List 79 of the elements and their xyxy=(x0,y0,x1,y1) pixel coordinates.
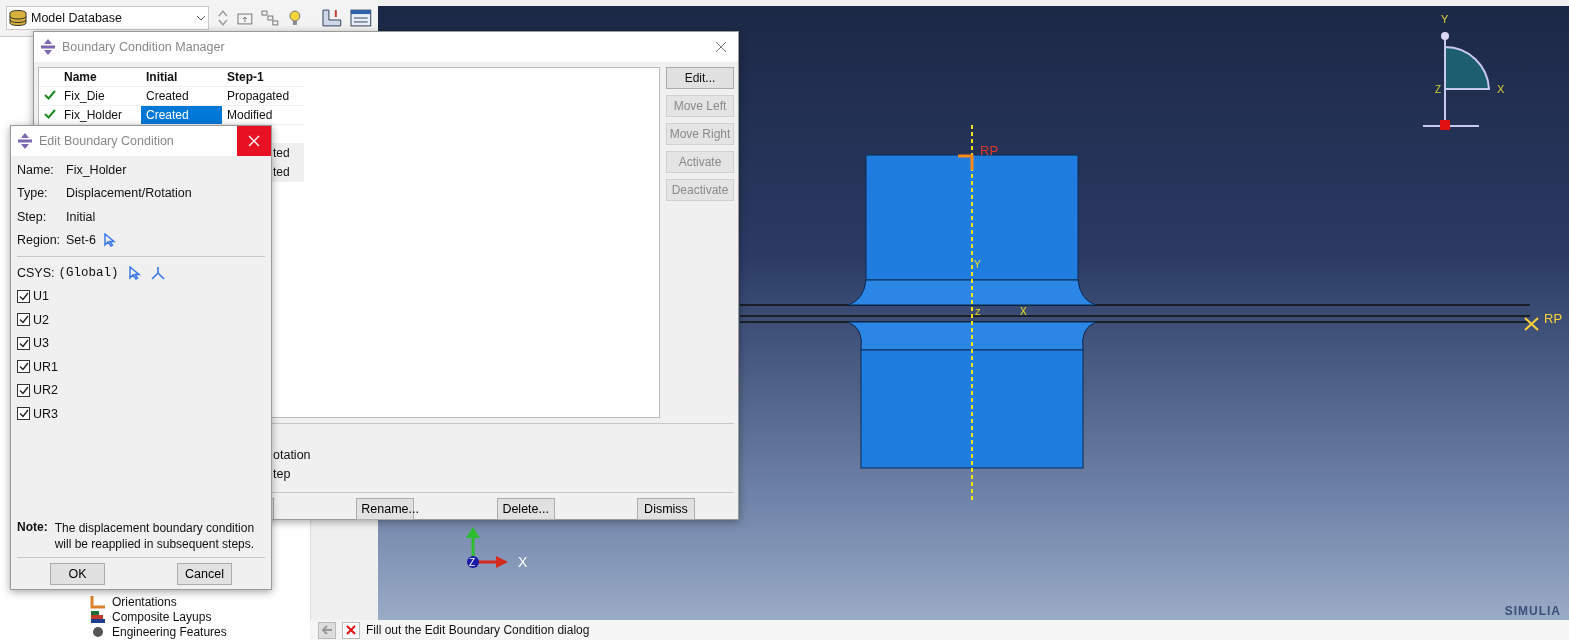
dialog-icon xyxy=(17,133,33,149)
axis-label: Y xyxy=(1441,13,1449,25)
reference-point-label: RP xyxy=(980,143,999,158)
tree-item[interactable]: Orientations xyxy=(90,595,310,609)
lightbulb-icon[interactable] xyxy=(286,9,303,27)
back-arrow-icon xyxy=(321,625,333,635)
cancel-button[interactable] xyxy=(342,621,360,639)
field-label: Type: xyxy=(17,186,49,201)
folder-up-icon[interactable] xyxy=(237,11,254,25)
field-value: (Global) xyxy=(58,265,119,280)
column-header: Name xyxy=(59,68,141,87)
checkbox[interactable] xyxy=(17,407,30,421)
brand-logo: SIMULIA xyxy=(1504,604,1561,618)
layers-icon xyxy=(90,610,106,624)
checkbox[interactable] xyxy=(17,360,30,374)
field-value: Initial xyxy=(66,209,96,224)
dialog-button[interactable]: OK xyxy=(50,563,105,585)
dialog-icon xyxy=(40,39,56,55)
window-title: Edit Boundary Condition xyxy=(39,134,175,148)
axis-label: X xyxy=(1497,83,1505,95)
close-icon xyxy=(248,135,260,147)
axis-label: Z xyxy=(469,557,476,568)
csys-axes-icon[interactable] xyxy=(150,265,165,280)
axis-label: X xyxy=(1020,306,1027,317)
note-text: The displacement boundary condition will be reapplied in subsequent steps. xyxy=(54,520,256,552)
column-header: Initial xyxy=(141,68,222,87)
axes-icon xyxy=(90,595,106,609)
close-icon xyxy=(346,625,356,635)
field-value: Set-6 xyxy=(66,233,96,248)
checkbox-label: UR3 xyxy=(33,406,58,421)
model-database-label: Model Database xyxy=(31,11,124,25)
checkbox[interactable] xyxy=(17,289,30,303)
field-label: Name: xyxy=(17,162,55,177)
info-text: otation xyxy=(273,448,312,462)
dialog-button[interactable]: Delete... xyxy=(496,498,555,520)
checkbox-label: UR2 xyxy=(33,383,58,398)
close-button[interactable] xyxy=(237,126,271,156)
checkbox-label: U1 xyxy=(33,289,49,304)
field-value: Fix_Holder xyxy=(66,162,127,177)
axis-label: X xyxy=(518,554,528,570)
model-database-dropdown[interactable]: Model Database xyxy=(6,6,210,30)
select-pointer-icon[interactable] xyxy=(103,233,116,248)
table-cell: Created xyxy=(141,106,222,125)
checkbox-label: UR1 xyxy=(33,359,58,374)
column-header: Step-1 xyxy=(222,68,304,87)
boundary-condition-icon[interactable] xyxy=(320,8,343,28)
reference-point-label: RP xyxy=(1544,311,1563,326)
checkbox[interactable] xyxy=(17,313,30,327)
info-text: tep xyxy=(273,467,292,481)
field-label: Region: xyxy=(17,233,62,248)
close-icon xyxy=(715,41,727,53)
dialog-button[interactable]: Dismiss xyxy=(637,498,695,520)
prompt-text: Fill out the Edit Boundary Condition dialog xyxy=(366,623,590,637)
tree-nodes-icon[interactable] xyxy=(261,10,279,26)
coordinate-triad-drawing xyxy=(466,527,508,568)
dialog-button[interactable]: Cancel xyxy=(177,563,232,585)
checkbox-label: U2 xyxy=(33,312,49,327)
note-label: Note: xyxy=(17,520,48,536)
checkbox[interactable] xyxy=(17,336,30,350)
field-label: Step: xyxy=(17,209,48,224)
checkbox-label: U3 xyxy=(33,336,49,351)
caret-icon xyxy=(196,14,207,22)
back-button[interactable] xyxy=(318,621,336,639)
table-cell: Fix_Die xyxy=(59,87,141,106)
axis-label: Y xyxy=(974,259,981,270)
database-icon xyxy=(9,10,27,26)
axis-label: Z xyxy=(975,307,981,317)
tree-item[interactable]: Engineering Features xyxy=(90,625,310,639)
select-pointer-icon[interactable] xyxy=(128,265,141,280)
window-title: Boundary Condition Manager xyxy=(62,40,226,54)
up-down-arrows-icon[interactable] xyxy=(217,9,230,27)
tree-item[interactable]: Composite Layups xyxy=(90,610,310,624)
field-label: CSYS: xyxy=(17,265,55,280)
checkbox[interactable] xyxy=(17,383,30,397)
table-cell: Propagated xyxy=(222,87,304,106)
field-value: Displacement/Rotation xyxy=(66,186,192,201)
axis-label: Z xyxy=(1435,84,1442,95)
manager-table-icon[interactable] xyxy=(350,8,373,28)
side-button[interactable]: Edit... xyxy=(666,67,734,89)
